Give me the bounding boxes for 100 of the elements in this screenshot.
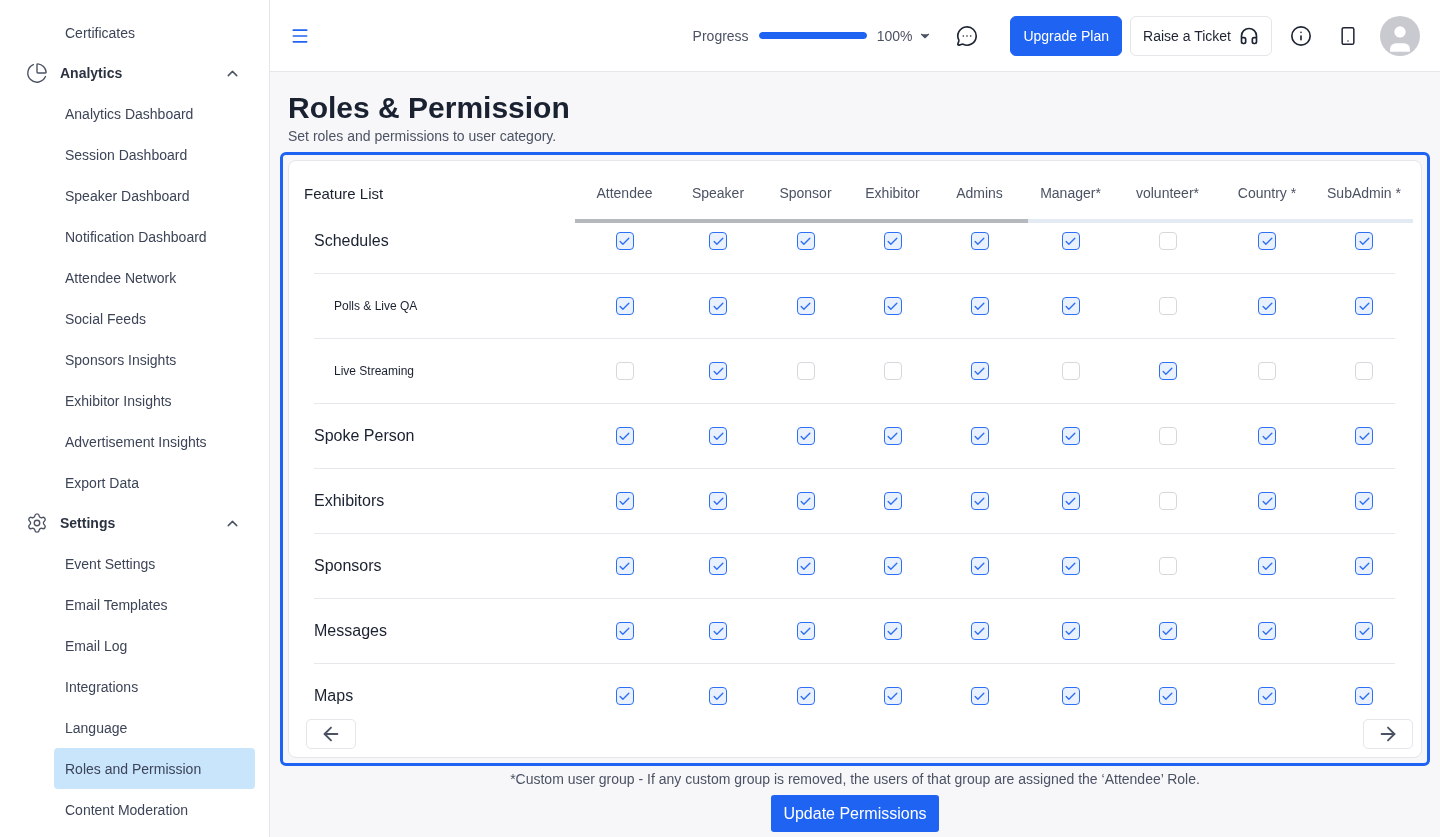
checkbox[interactable] [796, 297, 815, 315]
checkbox[interactable] [1258, 232, 1276, 250]
sidebar-item[interactable]: Analytics Dashboard [54, 93, 255, 134]
checkbox[interactable] [709, 622, 727, 640]
checkbox[interactable] [970, 297, 989, 315]
checkbox[interactable] [970, 687, 989, 705]
checkbox[interactable] [1258, 297, 1276, 315]
feature-name: Maps [314, 687, 355, 705]
checkbox[interactable] [883, 687, 902, 705]
checkbox[interactable] [1258, 687, 1276, 705]
checkbox[interactable] [615, 492, 634, 510]
sidebar-item[interactable]: Content Moderation [54, 789, 255, 830]
column-heading: Exhibitor [864, 185, 921, 203]
checkbox[interactable] [883, 232, 902, 250]
checkbox[interactable] [1158, 622, 1177, 640]
column-heading: Attendee [595, 185, 654, 203]
headphones-icon [1239, 25, 1259, 46]
page-subtitle: Set roles and permissions to user category. [288, 128, 558, 144]
checkbox[interactable] [796, 492, 815, 510]
checkbox[interactable] [970, 492, 989, 510]
checkbox[interactable] [796, 557, 815, 575]
sidebar-item[interactable]: Sponsors Insights [54, 339, 255, 380]
sidebar-group[interactable]: Settings [0, 503, 269, 543]
column-heading: SubAdmin * [1326, 185, 1402, 203]
checkbox[interactable] [1355, 492, 1373, 510]
checkbox[interactable] [1355, 622, 1373, 640]
checkbox[interactable] [615, 232, 634, 250]
sidebar-item[interactable]: Export Data [54, 462, 255, 503]
checkbox[interactable] [883, 492, 902, 510]
checkbox[interactable] [883, 297, 902, 315]
sidebar-item[interactable]: Social Feeds [54, 298, 255, 339]
checkbox[interactable] [883, 557, 902, 575]
checkbox[interactable] [796, 687, 815, 705]
sidebar-item[interactable]: Integrations [54, 666, 255, 707]
sidebar-item[interactable]: Email Templates [54, 584, 255, 625]
checkbox[interactable] [970, 232, 989, 250]
checkbox[interactable] [1355, 427, 1373, 445]
sidebar-item[interactable]: Event Settings [54, 543, 255, 584]
horizontal-scrollbar[interactable] [575, 219, 1413, 223]
checkbox[interactable] [796, 232, 815, 250]
sidebar-item[interactable]: Exhibitor Insights [54, 380, 255, 421]
column-heading: Admins [955, 185, 1004, 203]
sidebar-item[interactable]: Email Log [54, 625, 255, 666]
checkbox[interactable] [1258, 557, 1276, 575]
checkbox[interactable] [796, 622, 815, 640]
sidebar-item[interactable]: Attendee Network [54, 257, 255, 298]
feature-name: Live Streaming [333, 364, 416, 378]
checkbox[interactable] [1355, 687, 1373, 705]
raise-ticket-button[interactable]: Raise a Ticket [1130, 15, 1272, 56]
checkbox[interactable] [1061, 232, 1080, 250]
checkbox[interactable] [709, 297, 727, 315]
checkbox[interactable] [615, 297, 634, 315]
sidebar-item[interactable]: Certificates [54, 12, 255, 53]
checkbox[interactable] [1061, 622, 1080, 640]
column-heading: Country * [1236, 185, 1298, 203]
checkbox[interactable] [709, 687, 727, 705]
checkbox[interactable] [615, 622, 634, 640]
sidebar-item[interactable]: Language [54, 707, 255, 748]
checkbox[interactable] [883, 622, 902, 640]
checkbox[interactable] [1355, 297, 1373, 315]
sidebar-item[interactable]: Roles and Permission [54, 748, 255, 789]
checkbox[interactable] [709, 427, 727, 445]
sidebar-item[interactable]: Advertisement Insights [54, 421, 255, 462]
checkbox[interactable] [1258, 622, 1276, 640]
progress-label: Progress [692, 27, 749, 44]
checkbox[interactable] [1158, 362, 1177, 380]
sidebar-item[interactable]: Session Dashboard [54, 134, 255, 175]
checkbox[interactable] [709, 492, 727, 510]
sidebar-item[interactable]: Notification Dashboard [54, 216, 255, 257]
checkbox[interactable] [970, 622, 989, 640]
checkbox[interactable] [1258, 427, 1276, 445]
checkbox[interactable] [1355, 232, 1373, 250]
settings-icon [26, 512, 48, 534]
checkbox[interactable] [1061, 687, 1080, 705]
column-heading: volunteer* [1134, 185, 1200, 203]
checkbox[interactable] [1355, 557, 1373, 575]
checkbox[interactable] [1061, 297, 1080, 315]
checkbox[interactable] [1258, 492, 1276, 510]
checkbox[interactable] [970, 557, 989, 575]
feature-name: Exhibitors [314, 492, 386, 510]
checkbox[interactable] [970, 427, 989, 445]
upgrade-plan-button[interactable]: Upgrade Plan [1010, 15, 1123, 56]
checkbox[interactable] [709, 557, 727, 575]
checkbox[interactable] [615, 687, 634, 705]
checkbox[interactable] [1061, 427, 1080, 445]
checkbox[interactable] [615, 557, 634, 575]
checkbox[interactable] [709, 362, 727, 380]
checkbox[interactable] [615, 427, 634, 445]
checkbox[interactable] [1061, 557, 1080, 575]
sidebar-item[interactable]: Speaker Dashboard [54, 175, 255, 216]
checkbox[interactable] [796, 427, 815, 445]
checkbox[interactable] [1061, 492, 1080, 510]
checkbox[interactable] [970, 362, 989, 380]
feature-name: Schedules [314, 232, 390, 250]
sidebar-group[interactable]: Analytics [0, 53, 269, 93]
checkbox[interactable] [883, 427, 902, 445]
progress-reading: 100% [876, 27, 913, 44]
update-permissions-button[interactable]: Update Permissions [771, 795, 939, 832]
checkbox[interactable] [1158, 687, 1177, 705]
checkbox[interactable] [709, 232, 727, 250]
